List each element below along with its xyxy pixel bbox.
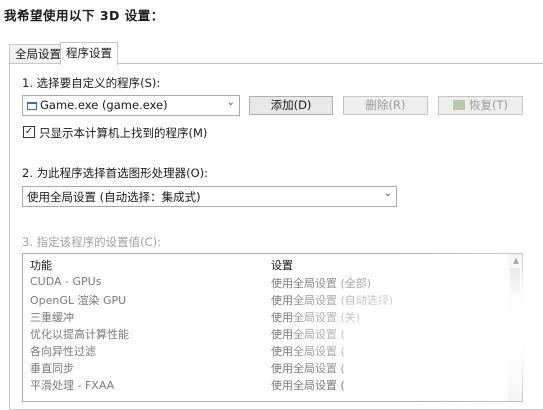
- remove-button[interactable]: 删除(R): [343, 96, 428, 115]
- preferred-gpu-label: 2. 为此程序选择首选图形处理器(O):: [22, 166, 209, 180]
- list-scrollbar[interactable]: ▲: [508, 254, 522, 401]
- feature-setting: 使用全局设置 (关): [271, 311, 361, 324]
- program-settings-label: 3. 指定该程序的设置值(C):: [22, 235, 162, 249]
- chevron-down-icon[interactable]: ⌄: [384, 188, 392, 199]
- feature-name: 优化以提高计算性能: [30, 328, 129, 341]
- list-item[interactable]: 垂直同步 使用全局设置 (: [23, 358, 508, 375]
- checkmark-icon: ✓: [24, 126, 34, 137]
- feature-setting: 使用全局设置 (: [271, 345, 345, 358]
- column-header-feature[interactable]: 功能: [30, 257, 52, 273]
- feature-name: 各向异性过滤: [30, 345, 96, 358]
- settings-list: 功能 设置 CUDA - GPUs 使用全局设置 (全部) OpenGL 渲染 …: [22, 253, 523, 402]
- list-item[interactable]: OpenGL 渲染 GPU 使用全局设置 (自动选择): [23, 290, 508, 307]
- scrollbar-thumb[interactable]: [510, 268, 520, 320]
- restore-button-label: 恢复(T): [469, 98, 508, 112]
- feature-setting: 使用全局设置 (: [271, 379, 345, 392]
- select-program-label: 1. 选择要自定义的程序(S):: [22, 76, 161, 90]
- preferred-gpu-value: 使用全局设置 (自动选择：集成式): [27, 190, 201, 204]
- list-header: 功能 设置: [23, 254, 508, 273]
- program-select[interactable]: Game.exe (game.exe) ⌄: [22, 95, 240, 116]
- add-button[interactable]: 添加(D): [249, 96, 333, 115]
- feature-setting: 使用全局设置 (全部): [271, 277, 372, 290]
- column-header-setting[interactable]: 设置: [271, 257, 293, 273]
- app-window-icon: [27, 102, 37, 110]
- chevron-down-icon[interactable]: ⌄: [227, 97, 235, 108]
- scroll-up-arrow-icon[interactable]: ▲: [513, 256, 519, 265]
- show-only-found-checkbox[interactable]: ✓: [23, 126, 35, 138]
- list-item[interactable]: 优化以提高计算性能 使用全局设置 (: [23, 324, 508, 341]
- feature-setting: 使用全局设置 (: [271, 362, 345, 375]
- feature-name: OpenGL 渲染 GPU: [30, 294, 127, 307]
- feature-setting: 使用全局设置 (自动选择): [271, 294, 394, 307]
- page-heading: 我希望使用以下 3D 设置：: [4, 8, 164, 23]
- feature-name: 三重缓冲: [30, 311, 74, 324]
- list-item[interactable]: 各向异性过滤 使用全局设置 (: [23, 341, 508, 358]
- tab-global-settings[interactable]: 全局设置: [9, 44, 67, 64]
- show-only-found-label[interactable]: 只显示本计算机上找到的程序(M): [39, 125, 207, 141]
- restore-button[interactable]: 恢复(T): [438, 96, 523, 115]
- nvidia-logo-icon: [453, 100, 465, 110]
- feature-name: 垂直同步: [30, 362, 74, 375]
- feature-name: CUDA - GPUs: [30, 275, 102, 288]
- tab-program-settings[interactable]: 程序设置: [60, 42, 118, 65]
- feature-setting: 使用全局设置 (: [271, 328, 345, 341]
- program-select-value: Game.exe (game.exe): [40, 98, 168, 112]
- preferred-gpu-select[interactable]: 使用全局设置 (自动选择：集成式) ⌄: [22, 186, 397, 207]
- feature-name: 平滑处理 - FXAA: [30, 379, 115, 392]
- list-item[interactable]: 平滑处理 - FXAA 使用全局设置 (: [23, 375, 508, 392]
- list-item[interactable]: CUDA - GPUs 使用全局设置 (全部): [23, 273, 508, 290]
- list-item[interactable]: 三重缓冲 使用全局设置 (关): [23, 307, 508, 324]
